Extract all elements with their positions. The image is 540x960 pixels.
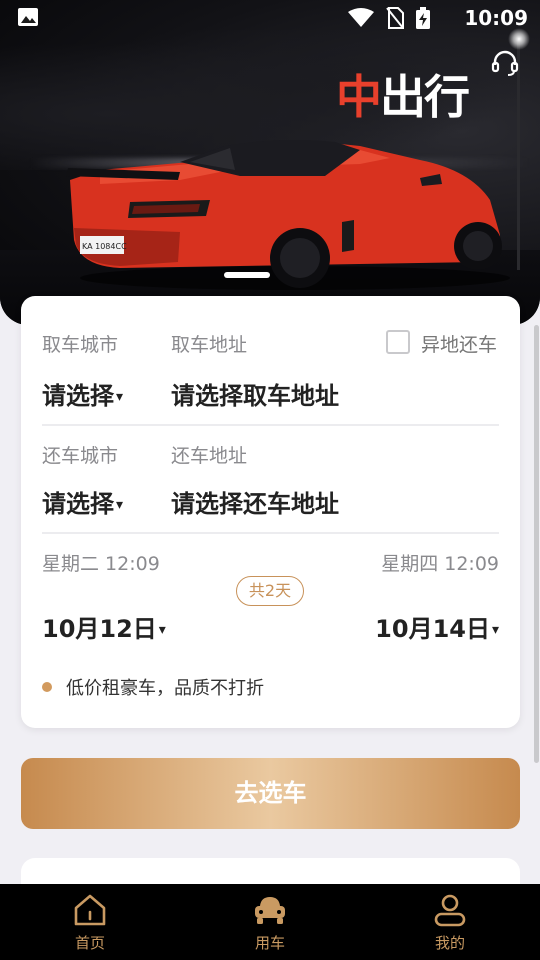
nav-label-car: 用车 xyxy=(254,934,285,952)
status-icons xyxy=(348,7,430,29)
pickup-address-field[interactable]: 请选择取车地址 xyxy=(171,376,339,411)
divider xyxy=(42,532,499,534)
return-city-label: 还车城市 xyxy=(42,445,119,467)
scrollbar[interactable] xyxy=(534,325,539,763)
status-bar: 10:09 xyxy=(0,0,540,36)
pickup-city-label: 取车城市 xyxy=(42,334,119,356)
start-weekday-time: 星期二 12:09 xyxy=(42,553,160,575)
gallery-icon xyxy=(18,8,38,26)
chevron-down-icon: ▾ xyxy=(158,622,166,638)
divider xyxy=(42,424,499,426)
brand-logo-part1: 中 xyxy=(336,70,382,124)
user-icon xyxy=(434,894,466,927)
different-return-label[interactable]: 异地还车 xyxy=(421,330,497,357)
return-address-field[interactable]: 请选择还车地址 xyxy=(171,484,339,519)
nav-label-mine: 我的 xyxy=(434,934,465,952)
bullet-dot xyxy=(42,682,52,692)
different-return-checkbox[interactable] xyxy=(386,330,410,354)
duration-badge: 共2天 xyxy=(236,576,304,606)
nav-item-car[interactable]: 用车 xyxy=(210,884,330,960)
return-address-label: 还车地址 xyxy=(171,445,248,467)
return-city-value: 请选择 xyxy=(42,490,114,518)
pickup-address-label: 取车地址 xyxy=(171,334,248,356)
brand-logo-part2: 出行 xyxy=(380,70,470,124)
nav-item-mine[interactable]: 我的 xyxy=(390,884,510,960)
end-date-select[interactable]: 10月14日 ▾ xyxy=(375,609,499,644)
chevron-down-icon: ▾ xyxy=(116,389,124,405)
wifi-icon xyxy=(348,8,374,27)
red-sports-car-image: KA 1084CC xyxy=(66,140,510,290)
chevron-down-icon: ▾ xyxy=(491,622,499,638)
slogan-text: 低价租豪车，品质不打折 xyxy=(66,678,264,699)
status-time: 10:09 xyxy=(464,6,528,30)
start-date-value: 10月12日 xyxy=(42,615,157,643)
battery-charging-icon xyxy=(416,7,430,29)
no-sim-icon xyxy=(386,7,404,29)
nav-item-home[interactable]: 首页 xyxy=(30,884,150,960)
start-date-select[interactable]: 10月12日 ▾ xyxy=(42,609,166,644)
chevron-down-icon: ▾ xyxy=(116,497,124,513)
pickup-city-value: 请选择 xyxy=(42,382,114,410)
nav-label-home: 首页 xyxy=(74,934,105,952)
end-date-value: 10月14日 xyxy=(375,615,490,643)
headset-icon[interactable] xyxy=(490,48,520,78)
carousel-indicator xyxy=(224,272,270,278)
bottom-nav: 首页 用车 我的 xyxy=(0,884,540,960)
return-city-select[interactable]: 请选择 ▾ xyxy=(42,484,123,519)
booking-card: 取车城市 取车地址 异地还车 请选择 ▾ 请选择取车地址 还车城市 还车地址 请选… xyxy=(21,296,520,728)
hero-banner[interactable]: KA 1084CC 中出行 xyxy=(0,0,540,325)
go-select-car-button[interactable]: 去选车 xyxy=(21,758,520,829)
home-icon xyxy=(74,894,106,926)
license-plate-text: KA 1084CC xyxy=(82,242,127,251)
car-icon xyxy=(255,897,285,924)
pickup-city-select[interactable]: 请选择 ▾ xyxy=(42,376,123,411)
end-weekday-time: 星期四 12:09 xyxy=(381,553,499,575)
brand-logo: 中出行 xyxy=(336,64,470,124)
